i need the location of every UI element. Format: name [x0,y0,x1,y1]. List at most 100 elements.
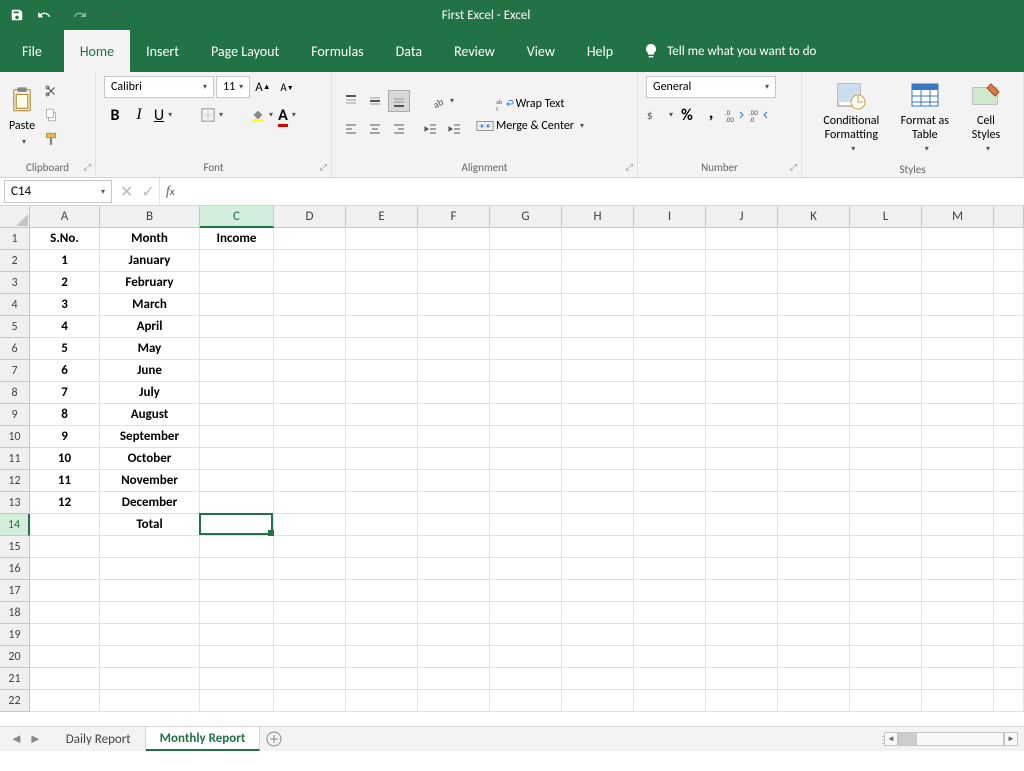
row-header[interactable]: 12 [0,470,29,492]
cell[interactable] [850,668,922,690]
cell[interactable] [274,492,346,514]
dialog-launcher-icon[interactable]: ⤢ [320,162,327,173]
cell[interactable] [274,404,346,426]
cell[interactable] [922,272,994,294]
column-header[interactable]: G [490,206,562,227]
cell[interactable] [706,272,778,294]
cell[interactable] [346,360,418,382]
cell[interactable] [634,492,706,514]
increase-decimal-button[interactable]: .0.00 [724,104,746,126]
cell[interactable] [30,624,100,646]
cell[interactable] [490,338,562,360]
cell[interactable] [418,580,490,602]
cell[interactable] [634,602,706,624]
paste-button[interactable]: Paste ▾ [8,83,36,147]
cell[interactable] [562,228,634,250]
column-header[interactable]: D [274,206,346,227]
cell[interactable] [922,558,994,580]
cell[interactable] [200,448,274,470]
cell[interactable] [418,536,490,558]
tab-formulas[interactable]: Formulas [295,30,379,72]
cell[interactable] [200,294,274,316]
cell[interactable] [850,228,922,250]
cell[interactable] [100,580,200,602]
cell[interactable] [30,514,100,536]
cell[interactable]: November [100,470,200,492]
cell[interactable] [100,602,200,624]
cell[interactable] [274,338,346,360]
cell[interactable] [922,316,994,338]
cell[interactable]: December [100,492,200,514]
cell[interactable] [490,646,562,668]
row-header[interactable]: 11 [0,448,29,470]
cell[interactable] [418,228,490,250]
cell[interactable] [706,294,778,316]
cut-button[interactable] [40,80,62,102]
cell[interactable] [706,250,778,272]
cell[interactable] [418,558,490,580]
row-header[interactable]: 6 [0,338,29,360]
row-header[interactable]: 3 [0,272,29,294]
cell[interactable] [346,580,418,602]
cell[interactable] [562,470,634,492]
cell[interactable] [922,492,994,514]
cell[interactable] [922,294,994,316]
cell[interactable]: 7 [30,382,100,404]
cell[interactable] [562,250,634,272]
fill-color-button[interactable]: ▾ [250,104,274,126]
cell[interactable] [562,404,634,426]
cell[interactable] [634,558,706,580]
cell[interactable] [418,602,490,624]
cell[interactable] [346,382,418,404]
cell[interactable] [274,294,346,316]
cell[interactable] [418,492,490,514]
cell[interactable] [634,448,706,470]
cell[interactable] [30,580,100,602]
cell[interactable] [778,514,850,536]
cell[interactable] [922,448,994,470]
cell[interactable] [346,492,418,514]
cell[interactable] [200,690,274,712]
cell[interactable] [200,382,274,404]
font-color-button[interactable]: A▾ [276,104,298,126]
cell[interactable] [346,316,418,338]
cell[interactable] [490,448,562,470]
cancel-formula-button[interactable]: ✕ [120,182,133,202]
cell[interactable] [922,668,994,690]
cell[interactable] [200,602,274,624]
cell[interactable] [346,250,418,272]
name-box[interactable]: C14▾ [4,180,112,203]
cell[interactable] [778,382,850,404]
align-middle-button[interactable] [364,90,386,112]
cell[interactable]: January [100,250,200,272]
column-header[interactable]: M [922,206,994,227]
cell[interactable]: Income [200,228,274,250]
cell[interactable] [418,250,490,272]
formula-input[interactable] [181,178,1024,205]
cell[interactable] [850,316,922,338]
cell[interactable] [346,272,418,294]
row-header[interactable]: 15 [0,536,29,558]
undo-icon[interactable]: ▾ [36,8,60,22]
cell[interactable] [634,338,706,360]
cell[interactable] [922,338,994,360]
cell[interactable] [706,426,778,448]
cell[interactable] [346,338,418,360]
cell[interactable] [274,228,346,250]
borders-button[interactable]: ▾ [200,104,224,126]
cell[interactable] [346,448,418,470]
cell[interactable] [778,228,850,250]
cell[interactable] [200,404,274,426]
cell[interactable] [418,448,490,470]
cell[interactable] [200,272,274,294]
cell[interactable] [100,646,200,668]
scroll-thumb[interactable] [899,733,917,745]
cell[interactable] [634,272,706,294]
cell[interactable] [200,514,274,536]
cell[interactable]: March [100,294,200,316]
align-left-button[interactable] [340,118,362,140]
dialog-launcher-icon[interactable]: ⤢ [84,162,91,173]
cell[interactable] [274,580,346,602]
cell[interactable] [490,382,562,404]
cell[interactable] [346,690,418,712]
